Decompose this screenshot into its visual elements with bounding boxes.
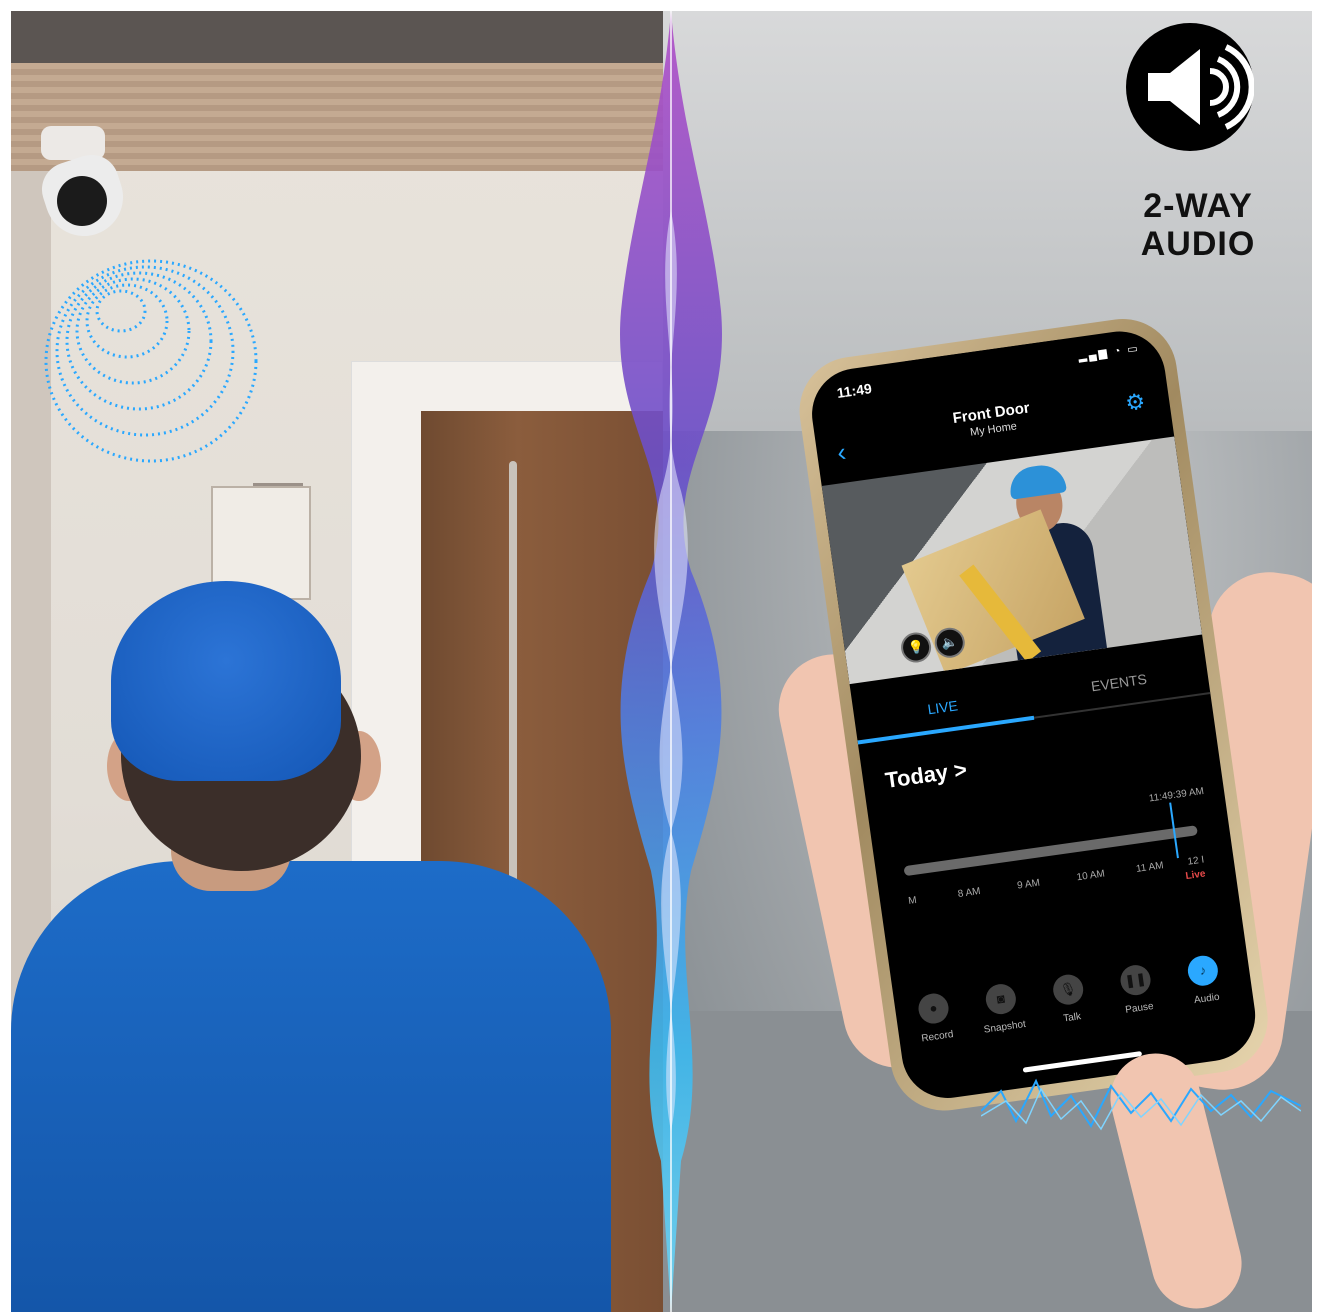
live-video-feed[interactable]: 💡 🔈	[821, 436, 1203, 685]
pause-button[interactable]: ❚❚ Pause	[1104, 961, 1170, 1018]
snapshot-button[interactable]: ◙ Snapshot	[969, 980, 1035, 1037]
security-camera	[34, 126, 134, 247]
record-button[interactable]: ● Record	[902, 990, 968, 1047]
timeline-tick: 10 AM	[1075, 868, 1106, 884]
talk-button[interactable]: 🎙 Talk	[1036, 971, 1102, 1028]
record-icon: ●	[916, 991, 951, 1026]
phone-notch	[905, 339, 1064, 391]
timeline-current-time: 11:49:39 AM	[1148, 785, 1205, 805]
audio-label: Audio	[1193, 991, 1221, 1007]
audio-badge	[1126, 23, 1255, 151]
timeline-tick: 9 AM	[1016, 877, 1041, 892]
product-image: 2-WAY AUDIO 11:49 ▂▄▆ ◔ ▭ ‹ Front Door M…	[11, 11, 1312, 1312]
phone-sound-wave	[981, 1078, 1301, 1131]
audio-icon: ♪	[1185, 953, 1220, 988]
timeline-tick: M	[907, 894, 918, 907]
status-time: 11:49	[835, 380, 873, 401]
timeline-day-selector[interactable]: Today >	[884, 757, 969, 794]
audio-button[interactable]: ♪ Audio	[1171, 952, 1237, 1009]
doorstep-scene	[11, 11, 663, 1312]
camera-icon: ◙	[983, 982, 1018, 1017]
sound-wave-divider	[620, 11, 722, 1312]
pause-icon: ❚❚	[1118, 963, 1153, 998]
badge-line-2: AUDIO	[1140, 225, 1256, 263]
speaker-icon: 🔈	[940, 633, 959, 651]
ceiling-edge	[11, 11, 663, 63]
pause-label: Pause	[1124, 1000, 1155, 1016]
delivery-person	[11, 581, 663, 1312]
timeline-tick: 11 AM	[1135, 860, 1165, 875]
lightbulb-icon: 💡	[906, 638, 926, 656]
camera-sound-waves	[44, 259, 258, 463]
timeline-tick: 8 AM	[957, 885, 982, 900]
blue-cap	[111, 581, 341, 781]
talk-label: Talk	[1062, 1011, 1082, 1025]
snapshot-label: Snapshot	[983, 1018, 1027, 1036]
gear-icon: ⚙	[1123, 388, 1147, 416]
light-button[interactable]: 💡	[899, 630, 934, 665]
live-marker: Live	[1184, 868, 1207, 883]
record-label: Record	[920, 1029, 955, 1045]
badge-line-1: 2-WAY	[1143, 187, 1253, 225]
timeline-tick: 12 I	[1186, 854, 1205, 868]
microphone-icon: 🎙	[1051, 972, 1086, 1007]
status-icons: ▂▄▆ ◔ ▭	[1077, 342, 1141, 363]
settings-button[interactable]: ⚙	[1124, 388, 1147, 416]
audio-badge-label: 2-WAY AUDIO	[1109, 187, 1287, 263]
blue-shirt	[11, 861, 611, 1312]
camera-lens	[57, 176, 107, 226]
speaker-icon	[1148, 44, 1255, 130]
